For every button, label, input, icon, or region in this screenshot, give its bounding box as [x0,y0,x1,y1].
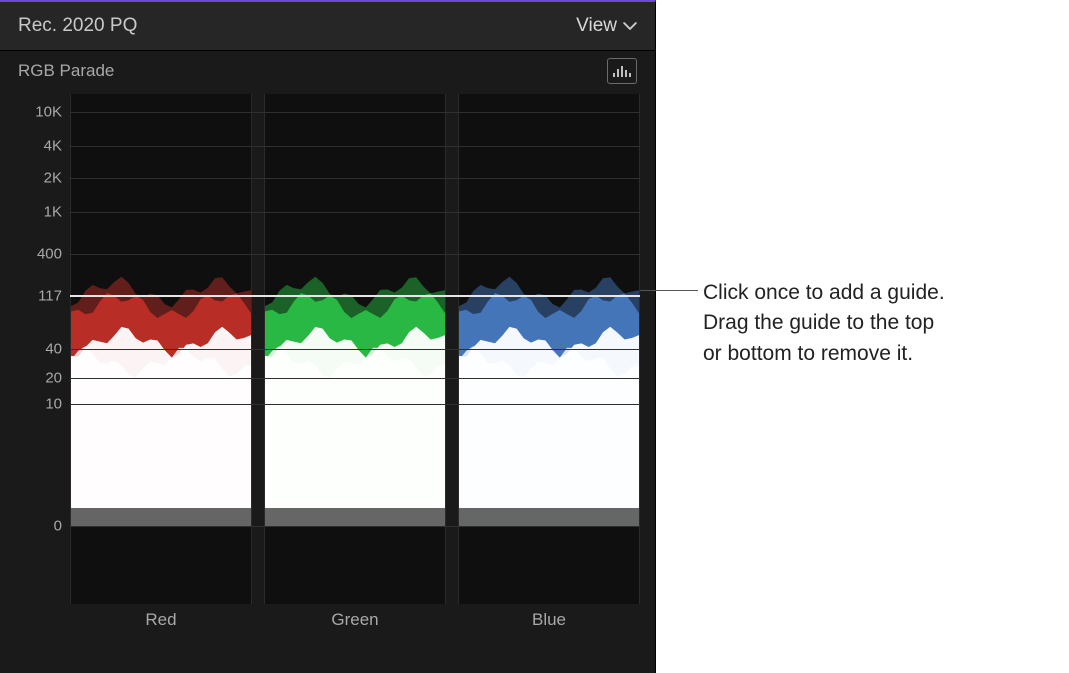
scope-type-label: RGB Parade [18,61,114,81]
scopes-titlebar: Rec. 2020 PQ View [0,2,655,51]
luminance-guide[interactable] [70,295,640,297]
chevron-down-icon [623,19,637,33]
gridline [70,112,640,113]
waveform-icon [612,64,632,78]
y-tick-label: 10 [0,396,62,413]
x-label-blue: Blue [458,610,640,630]
gridline [70,404,640,405]
view-menu[interactable]: View [576,15,637,37]
callout-leader-line [640,290,698,291]
gridline [70,378,640,379]
y-tick-label: 4K [0,138,62,155]
y-tick-label: 10K [0,104,62,121]
gridline [70,178,640,179]
y-tick-label: 20 [0,370,62,387]
callout-line: Drag the guide to the top [703,308,1043,338]
callout-line: Click once to add a guide. [703,278,1043,308]
parade-plot-area[interactable]: 10K 4K 2K 1K 400 117 40 20 10 0 Red Green Blue [0,94,656,634]
gridline [70,146,640,147]
y-tick-label: 2K [0,170,62,187]
y-tick-label: 1K [0,204,62,221]
color-space-dropdown[interactable]: Rec. 2020 PQ [18,15,137,37]
gridline [70,212,640,213]
y-tick-label: 40 [0,341,62,358]
y-tick-label: 400 [0,246,62,263]
callout-line: or bottom to remove it. [703,339,1043,369]
x-label-red: Red [70,610,252,630]
scopes-subbar: RGB Parade [0,51,655,91]
y-tick-label: 117 [0,288,62,305]
view-menu-label: View [576,15,617,37]
gridline [70,349,640,350]
gridline [70,254,640,255]
callout-text: Click once to add a guide. Drag the guid… [703,278,1043,369]
y-tick-label: 0 [0,518,62,535]
x-label-green: Green [264,610,446,630]
scope-settings-button[interactable] [607,58,637,84]
video-scopes-panel: Rec. 2020 PQ View RGB Parade 10K 4K [0,0,656,673]
gridline [70,526,640,527]
